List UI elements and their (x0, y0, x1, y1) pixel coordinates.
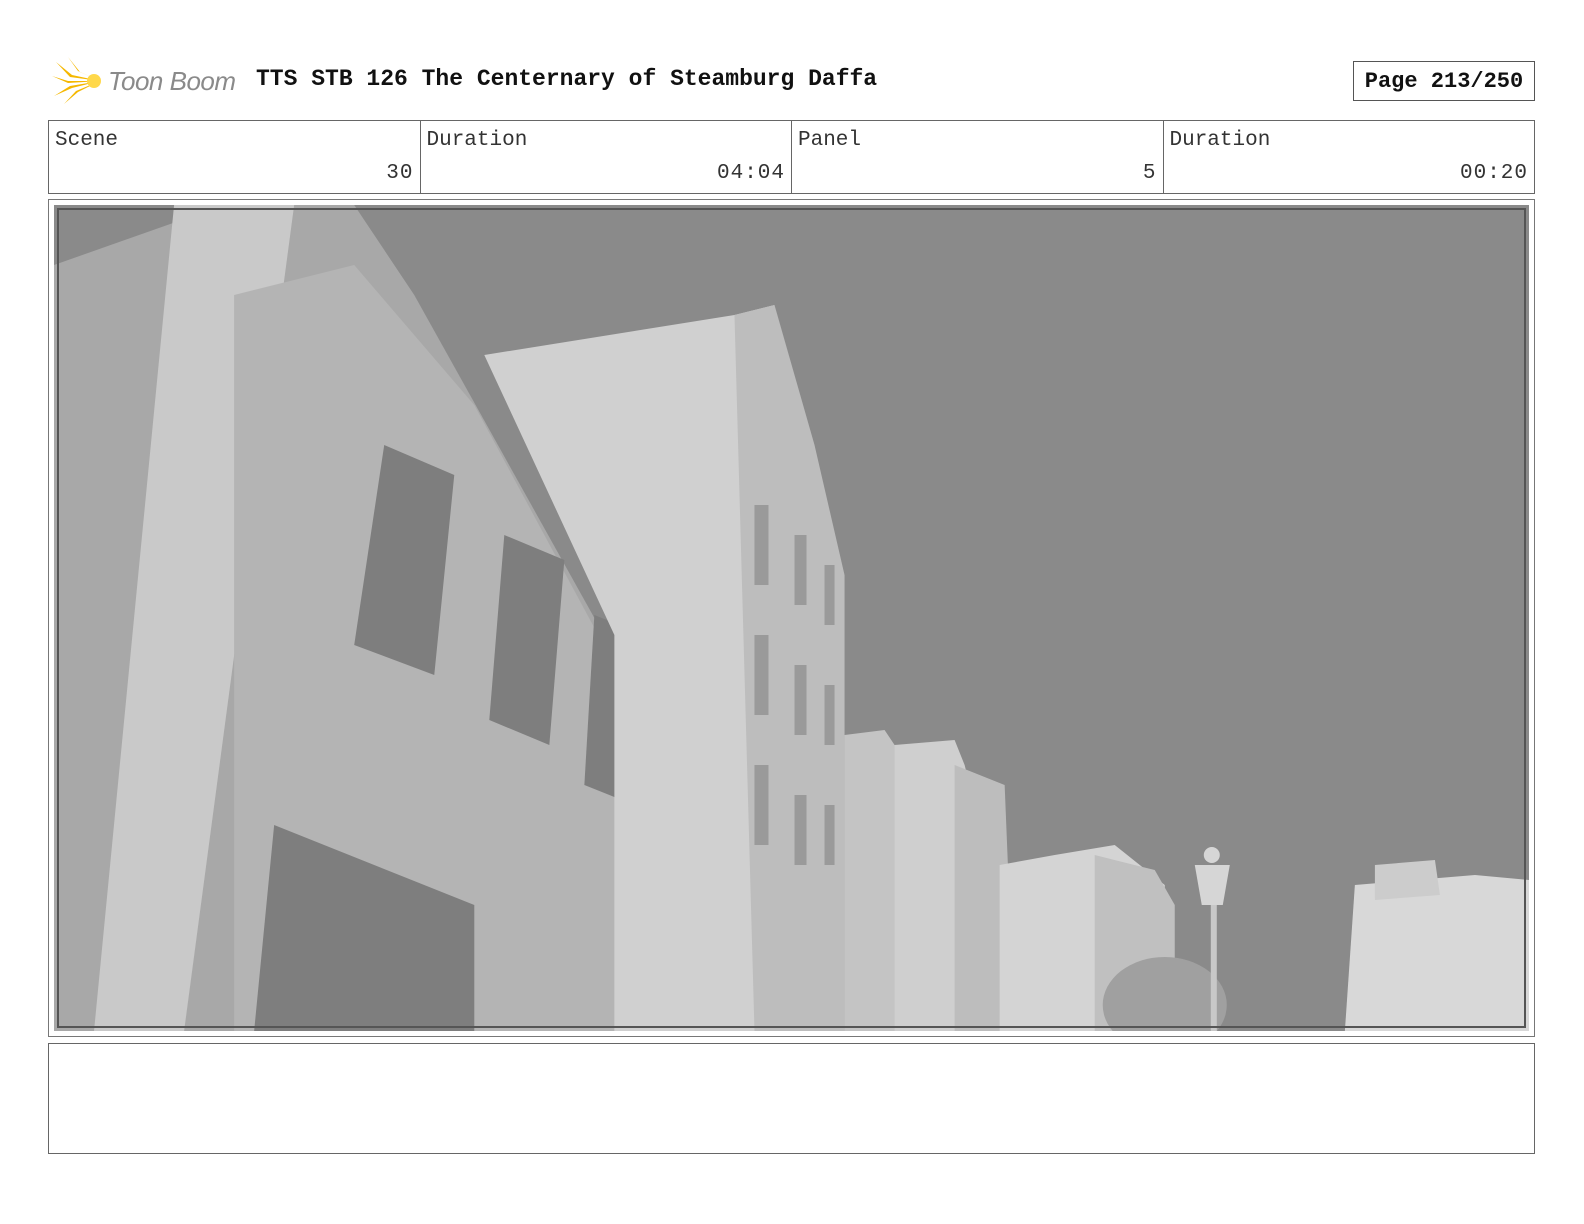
sunburst-icon (52, 57, 101, 104)
panel-label: Panel (798, 129, 862, 152)
storyboard-panel-image (54, 205, 1529, 1031)
document-title: TTS STB 126 The Centernary of Steamburg … (256, 66, 878, 92)
logo-text: Toon Boom (108, 65, 236, 96)
storyboard-panel-frame (48, 199, 1535, 1037)
street-scene-drawing (54, 205, 1529, 1031)
panel-duration-value: 00:20 (1459, 162, 1528, 185)
scene-duration-label: Duration (426, 129, 528, 152)
panel-value: 5 (1142, 162, 1157, 185)
panel-cell: Panel 5 (792, 121, 1164, 193)
panel-duration-cell: Duration 00:20 (1164, 121, 1535, 193)
scene-value: 30 (386, 162, 414, 185)
scene-duration-value: 04:04 (716, 162, 785, 185)
toon-boom-logo: Toon Boom (52, 55, 242, 107)
panel-duration-label: Duration (1169, 129, 1271, 152)
scene-duration-cell: Duration 04:04 (421, 121, 792, 193)
scene-info-table: Scene 30 Duration 04:04 Panel 5 Duration… (48, 120, 1535, 194)
panel-notes-box (48, 1043, 1535, 1154)
scene-label: Scene (55, 129, 119, 152)
scene-cell: Scene 30 (49, 121, 421, 193)
page-number: Page 213/250 (1353, 61, 1535, 101)
